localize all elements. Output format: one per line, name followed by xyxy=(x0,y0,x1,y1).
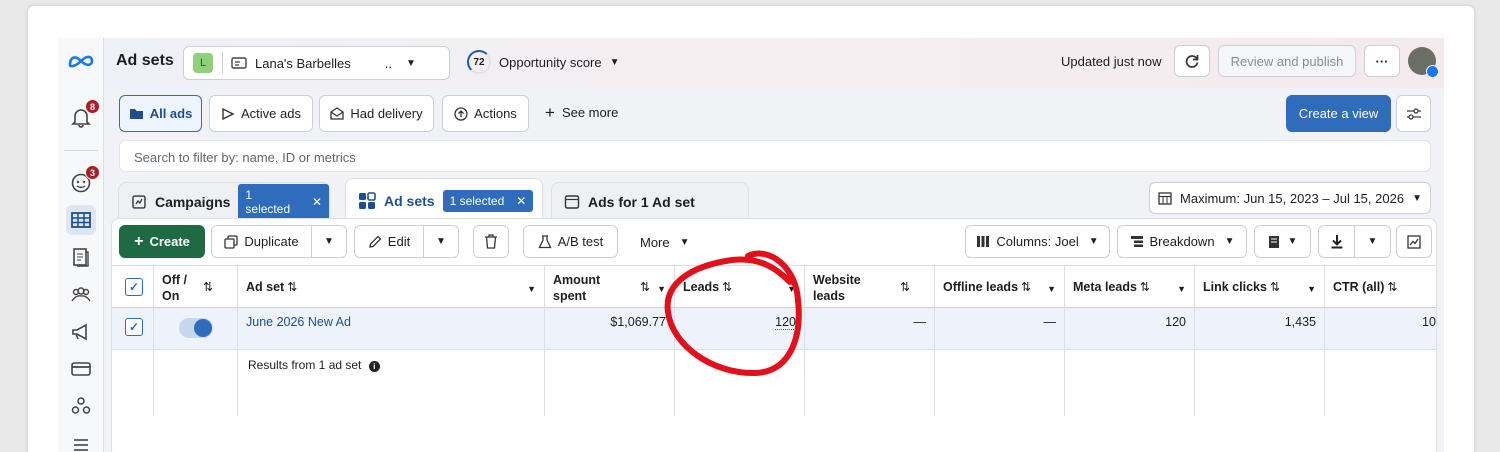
red-annotation-circle xyxy=(664,250,802,377)
